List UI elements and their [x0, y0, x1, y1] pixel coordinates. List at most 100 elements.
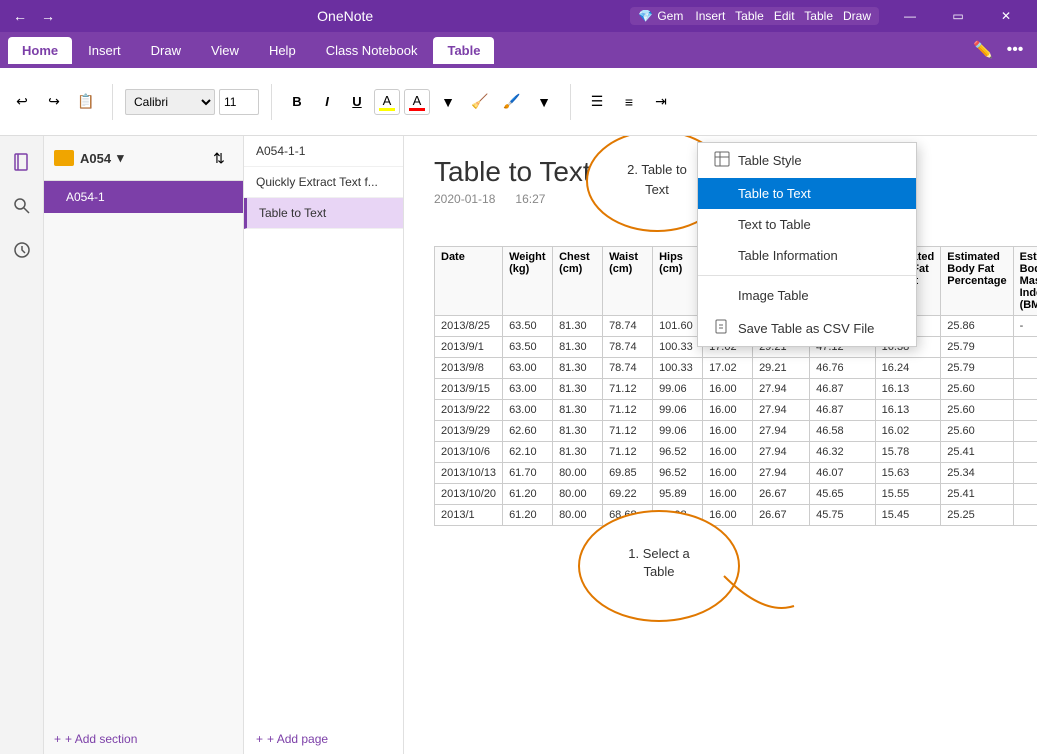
table-cell [1013, 358, 1037, 379]
more-options-button[interactable]: ••• [1001, 36, 1029, 64]
table-cell: 71.12 [603, 400, 653, 421]
menu-item-save-csv[interactable]: Save Table as CSV File [698, 311, 916, 346]
table-cell: 2013/10/13 [435, 463, 503, 484]
section-label: A054-1 [66, 190, 105, 204]
highlight-button[interactable]: A [374, 89, 400, 115]
font-name-select[interactable]: Calibri [125, 89, 215, 115]
sort-sections-button[interactable]: ⇅ [205, 144, 233, 172]
notebook-chevron: ▾ [117, 150, 124, 166]
indent-button[interactable]: ⇥ [647, 88, 675, 116]
tab-help[interactable]: Help [255, 37, 310, 64]
menu-item-table-information[interactable]: Table Information [698, 240, 916, 271]
tab-table[interactable]: Table [433, 37, 494, 64]
close-button[interactable]: ✕ [983, 0, 1029, 32]
table-cell: 27.94 [753, 379, 810, 400]
tab-class-notebook[interactable]: Class Notebook [312, 37, 432, 64]
font-color-button[interactable]: A [404, 89, 430, 115]
table-cell: 63.00 [503, 358, 553, 379]
menu-item-image-table[interactable]: Image Table [698, 280, 916, 311]
date-value: 2020-01-18 [434, 192, 495, 206]
text-to-table-label: Text to Table [738, 217, 811, 232]
section-item-a054-1[interactable]: A054-1 [44, 181, 243, 213]
back-button[interactable]: ← [8, 4, 32, 28]
add-page-button[interactable]: + + Add page [244, 724, 403, 754]
italic-button[interactable]: I [314, 89, 340, 115]
page-item-1[interactable]: A054-1-1 [244, 136, 403, 167]
format-painter-button[interactable]: 🖌️ [498, 88, 526, 116]
bullet-list-button[interactable]: ☰ [583, 88, 611, 116]
notebook-title[interactable]: A054 ▾ [54, 150, 124, 166]
redo-button[interactable]: ↪ [40, 88, 68, 116]
add-section-icon: + [54, 732, 61, 746]
tab-home[interactable]: Home [8, 37, 72, 64]
col-waist: Waist (cm) [603, 247, 653, 316]
clipboard-button[interactable]: 📋 [72, 88, 100, 116]
clear-format-button[interactable]: 🧹 [466, 88, 494, 116]
gem-icon: 💎 [638, 9, 653, 23]
table-cell: 2013/9/22 [435, 400, 503, 421]
table-cell: 100.33 [653, 358, 703, 379]
bold-button[interactable]: B [284, 89, 310, 115]
notebooks-icon-button[interactable] [4, 144, 40, 180]
svg-text:Text: Text [645, 182, 669, 197]
table-cell: 62.60 [503, 421, 553, 442]
table-cell: 27.94 [753, 400, 810, 421]
table-cell: 25.86 [941, 316, 1013, 337]
table-cell: 81.30 [553, 337, 603, 358]
table-cell: 15.45 [875, 505, 941, 526]
window-controls[interactable]: — ▭ ✕ [887, 0, 1029, 32]
forward-button[interactable]: → [36, 4, 60, 28]
ribbon-divider-2 [271, 84, 272, 120]
table-row: 2013/9/2962.6081.3071.1299.0616.0027.944… [435, 421, 1037, 442]
menu-item-table-style[interactable]: Table Style [698, 143, 916, 178]
menu-item-table-to-text[interactable]: Table to Text [698, 178, 916, 209]
numbered-list-button[interactable]: ≡ [615, 88, 643, 116]
gem-menu[interactable]: 💎 Gem Insert Table Edit Table Draw [630, 7, 879, 25]
table-style-icon [714, 151, 730, 170]
table-cell: 100.33 [653, 337, 703, 358]
page-item-2[interactable]: Quickly Extract Text f... [244, 167, 403, 198]
table-cell: 99.06 [653, 379, 703, 400]
page-label-3: Table to Text [259, 206, 326, 220]
tab-insert[interactable]: Insert [74, 37, 135, 64]
font-size-input[interactable] [219, 89, 259, 115]
maximize-button[interactable]: ▭ [935, 0, 981, 32]
table-cell: 81.30 [553, 316, 603, 337]
search-icon-button[interactable] [4, 188, 40, 224]
callout-arrow-1: 1. Select a Table [564, 476, 804, 656]
table-cell: 101.60 [653, 316, 703, 337]
undo-button[interactable]: ↩ [8, 88, 36, 116]
format-group: B I U A A ▼ 🧹 🖌️ ▼ [284, 88, 558, 116]
minimize-button[interactable]: — [887, 0, 933, 32]
table-cell: 71.12 [603, 421, 653, 442]
page-label-1: A054-1-1 [256, 144, 305, 158]
page-item-3[interactable]: Table to Text [244, 198, 403, 229]
notebook-panel: A054 ▾ ⇅ A054-1 + + Add section [44, 136, 244, 754]
tab-view[interactable]: View [197, 37, 253, 64]
history-icon-button[interactable] [4, 232, 40, 268]
table-cell: 25.60 [941, 379, 1013, 400]
nav-buttons[interactable]: ← → [8, 4, 60, 28]
table-cell: 27.94 [753, 442, 810, 463]
draw-mode-button[interactable]: ✏️ [969, 36, 997, 64]
table-row: 2013/9/1563.0081.3071.1299.0616.0027.944… [435, 379, 1037, 400]
section-list: A054-1 [44, 181, 243, 724]
format-dropdown-button[interactable]: ▼ [530, 88, 558, 116]
format-more-button[interactable]: ▼ [434, 88, 462, 116]
menu-bar: Home Insert Draw View Help Class Noteboo… [0, 32, 1037, 68]
table-cell: 16.00 [703, 421, 753, 442]
add-section-button[interactable]: + + Add section [44, 724, 243, 754]
underline-button[interactable]: U [344, 89, 370, 115]
table-cell: 25.79 [941, 337, 1013, 358]
notebook-color-icon [54, 150, 74, 166]
table-cell: 46.87 [810, 400, 876, 421]
table-cell: 25.41 [941, 484, 1013, 505]
table-cell: 63.50 [503, 337, 553, 358]
tab-draw[interactable]: Draw [137, 37, 195, 64]
table-cell: 61.70 [503, 463, 553, 484]
table-cell: 15.78 [875, 442, 941, 463]
title-bar: ← → OneNote 💎 Gem Insert Table Edit Tabl… [0, 0, 1037, 32]
section-marker [54, 187, 60, 207]
page-list: A054-1-1 Quickly Extract Text f... Table… [244, 136, 404, 754]
menu-item-text-to-table[interactable]: Text to Table [698, 209, 916, 240]
